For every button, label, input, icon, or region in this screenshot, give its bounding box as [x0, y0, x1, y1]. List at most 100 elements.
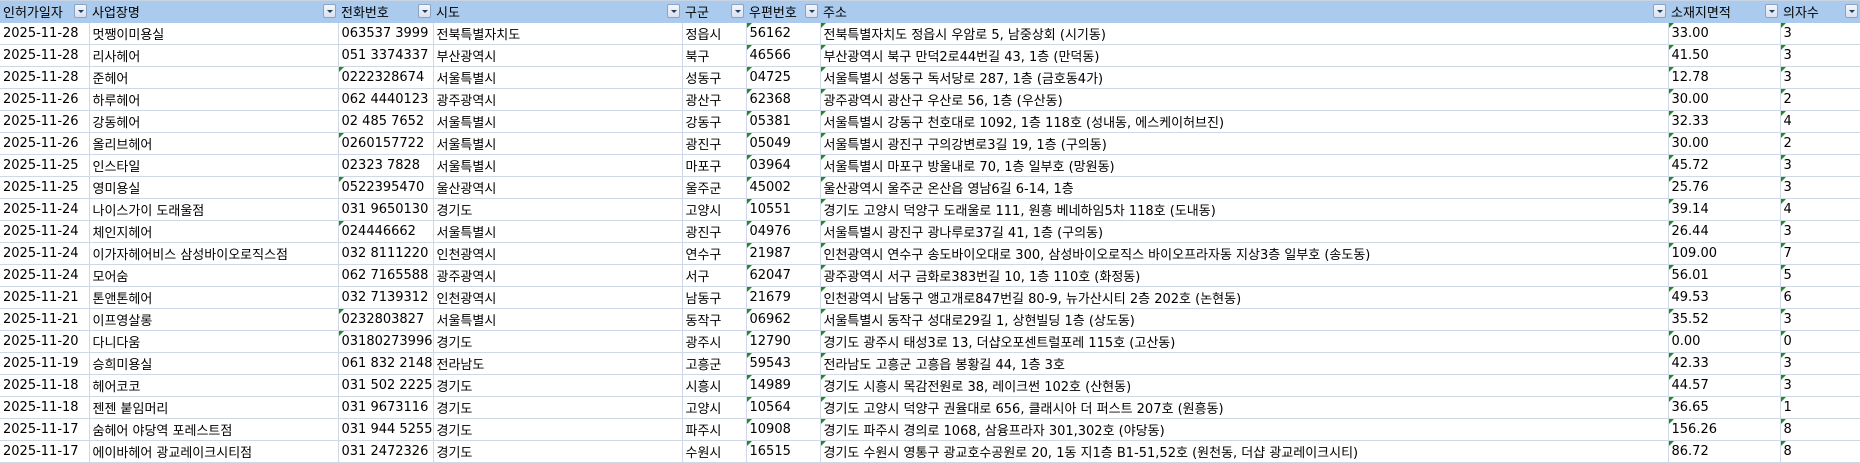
cell-business-name[interactable]: 젠젠 붙임머리 [89, 396, 339, 419]
cell-license-date[interactable]: 2025-11-21 [0, 308, 90, 331]
cell-license-date[interactable]: 2025-11-24 [0, 264, 90, 287]
cell-address[interactable]: 울산광역시 울주군 온산읍 영남6길 6-14, 1층 [820, 176, 1669, 199]
cell-phone[interactable]: 032 8111220 [338, 242, 434, 265]
cell-address[interactable]: 전북특별자치도 정읍시 우암로 5, 남중상회 (시기동) [820, 22, 1669, 45]
filter-dropdown-icon[interactable] [1653, 4, 1666, 18]
cell-province[interactable]: 경기도 [433, 440, 683, 463]
cell-license-date[interactable]: 2025-11-25 [0, 154, 90, 177]
cell-license-date[interactable]: 2025-11-26 [0, 110, 90, 133]
cell-license-date[interactable]: 2025-11-25 [0, 176, 90, 199]
filter-dropdown-icon[interactable] [667, 4, 680, 18]
cell-district[interactable]: 시흥시 [682, 374, 747, 397]
cell-district[interactable]: 광진구 [682, 132, 747, 155]
cell-postal-code[interactable]: 05381 [746, 110, 821, 133]
cell-license-date[interactable]: 2025-11-18 [0, 396, 90, 419]
cell-phone[interactable]: 063537 3999 [338, 22, 434, 45]
cell-address[interactable]: 경기도 수원시 영통구 광교호수공원로 20, 1동 지1층 B1-51,52호… [820, 440, 1669, 463]
cell-floor-area[interactable]: 35.52 [1668, 308, 1781, 331]
cell-province[interactable]: 서울특별시 [433, 132, 683, 155]
cell-license-date[interactable]: 2025-11-21 [0, 286, 90, 309]
cell-postal-code[interactable]: 14989 [746, 374, 821, 397]
cell-chair-count[interactable]: 2 [1780, 132, 1860, 155]
cell-province[interactable]: 경기도 [433, 374, 683, 397]
cell-postal-code[interactable]: 46566 [746, 44, 821, 67]
cell-postal-code[interactable]: 10564 [746, 396, 821, 419]
cell-floor-area[interactable]: 44.57 [1668, 374, 1781, 397]
cell-postal-code[interactable]: 12790 [746, 330, 821, 353]
cell-floor-area[interactable]: 42.33 [1668, 352, 1781, 375]
cell-chair-count[interactable]: 3 [1780, 176, 1860, 199]
cell-floor-area[interactable]: 36.65 [1668, 396, 1781, 419]
filter-dropdown-icon[interactable] [1765, 4, 1778, 18]
cell-floor-area[interactable]: 12.78 [1668, 66, 1781, 89]
cell-address[interactable]: 경기도 광주시 태성3로 13, 더샵오포센트럴포레 115호 (고산동) [820, 330, 1669, 353]
cell-district[interactable]: 파주시 [682, 418, 747, 441]
filter-dropdown-icon[interactable] [731, 4, 744, 18]
cell-business-name[interactable]: 올리브헤어 [89, 132, 339, 155]
cell-floor-area[interactable]: 49.53 [1668, 286, 1781, 309]
cell-chair-count[interactable]: 6 [1780, 286, 1860, 309]
cell-phone[interactable]: 0232803827 [338, 308, 434, 331]
cell-license-date[interactable]: 2025-11-24 [0, 198, 90, 221]
cell-postal-code[interactable]: 04725 [746, 66, 821, 89]
cell-chair-count[interactable]: 3 [1780, 374, 1860, 397]
cell-phone[interactable]: 031 502 2225 [338, 374, 434, 397]
cell-address[interactable]: 광주광역시 서구 금화로383번길 10, 1층 110호 (화정동) [820, 264, 1669, 287]
cell-chair-count[interactable]: 3 [1780, 22, 1860, 45]
cell-address[interactable]: 광주광역시 광산구 우산로 56, 1층 (우산동) [820, 88, 1669, 111]
column-header-postal-code[interactable]: 우편번호 [746, 0, 820, 23]
cell-district[interactable]: 광주시 [682, 330, 747, 353]
cell-postal-code[interactable]: 62047 [746, 264, 821, 287]
cell-district[interactable]: 서구 [682, 264, 747, 287]
cell-address[interactable]: 경기도 파주시 경의로 1068, 삼융프라자 301,302호 (야당동) [820, 418, 1669, 441]
cell-license-date[interactable]: 2025-11-24 [0, 242, 90, 265]
cell-phone[interactable]: 062 4440123 [338, 88, 434, 111]
cell-license-date[interactable]: 2025-11-18 [0, 374, 90, 397]
cell-postal-code[interactable]: 04976 [746, 220, 821, 243]
cell-floor-area[interactable]: 41.50 [1668, 44, 1781, 67]
column-header-district[interactable]: 구군 [682, 0, 746, 23]
cell-floor-area[interactable]: 25.76 [1668, 176, 1781, 199]
cell-address[interactable]: 서울특별시 강동구 천호대로 1092, 1층 118호 (성내동, 에스케이허… [820, 110, 1669, 133]
cell-floor-area[interactable]: 156.26 [1668, 418, 1781, 441]
cell-floor-area[interactable]: 33.00 [1668, 22, 1781, 45]
cell-district[interactable]: 광산구 [682, 88, 747, 111]
cell-business-name[interactable]: 영미용실 [89, 176, 339, 199]
cell-postal-code[interactable]: 21679 [746, 286, 821, 309]
cell-phone[interactable]: 0222328674 [338, 66, 434, 89]
column-header-floor-area[interactable]: 소재지면적 [1668, 0, 1780, 23]
cell-address[interactable]: 인천광역시 남동구 앵고개로847번길 80-9, 뉴가산시티 2층 202호 … [820, 286, 1669, 309]
cell-license-date[interactable]: 2025-11-28 [0, 66, 90, 89]
cell-postal-code[interactable]: 06962 [746, 308, 821, 331]
cell-floor-area[interactable]: 39.14 [1668, 198, 1781, 221]
cell-business-name[interactable]: 하루헤어 [89, 88, 339, 111]
cell-district[interactable]: 연수구 [682, 242, 747, 265]
cell-chair-count[interactable]: 3 [1780, 44, 1860, 67]
cell-postal-code[interactable]: 05049 [746, 132, 821, 155]
cell-address[interactable]: 인천광역시 연수구 송도바이오대로 300, 삼성바이오로직스 바이오프라자동 … [820, 242, 1669, 265]
cell-address[interactable]: 서울특별시 마포구 방울내로 70, 1층 일부호 (망원동) [820, 154, 1669, 177]
cell-license-date[interactable]: 2025-11-17 [0, 440, 90, 463]
cell-business-name[interactable]: 톤앤톤헤어 [89, 286, 339, 309]
filter-dropdown-icon[interactable] [74, 4, 87, 18]
cell-district[interactable]: 고양시 [682, 396, 747, 419]
cell-business-name[interactable]: 다니다움 [89, 330, 339, 353]
cell-floor-area[interactable]: 86.72 [1668, 440, 1781, 463]
cell-postal-code[interactable]: 16515 [746, 440, 821, 463]
cell-chair-count[interactable]: 8 [1780, 440, 1860, 463]
cell-phone[interactable]: 031 944 5255 [338, 418, 434, 441]
cell-province[interactable]: 광주광역시 [433, 264, 683, 287]
cell-province[interactable]: 경기도 [433, 418, 683, 441]
cell-province[interactable]: 인천광역시 [433, 286, 683, 309]
cell-postal-code[interactable]: 10908 [746, 418, 821, 441]
cell-business-name[interactable]: 강동헤어 [89, 110, 339, 133]
cell-phone[interactable]: 031 9650130 [338, 198, 434, 221]
cell-business-name[interactable]: 멋쨍이미용실 [89, 22, 339, 45]
cell-province[interactable]: 서울특별시 [433, 66, 683, 89]
cell-business-name[interactable]: 준헤어 [89, 66, 339, 89]
cell-chair-count[interactable]: 3 [1780, 352, 1860, 375]
cell-district[interactable]: 북구 [682, 44, 747, 67]
cell-business-name[interactable]: 모어숨 [89, 264, 339, 287]
cell-phone[interactable]: 0260157722 [338, 132, 434, 155]
cell-province[interactable]: 인천광역시 [433, 242, 683, 265]
